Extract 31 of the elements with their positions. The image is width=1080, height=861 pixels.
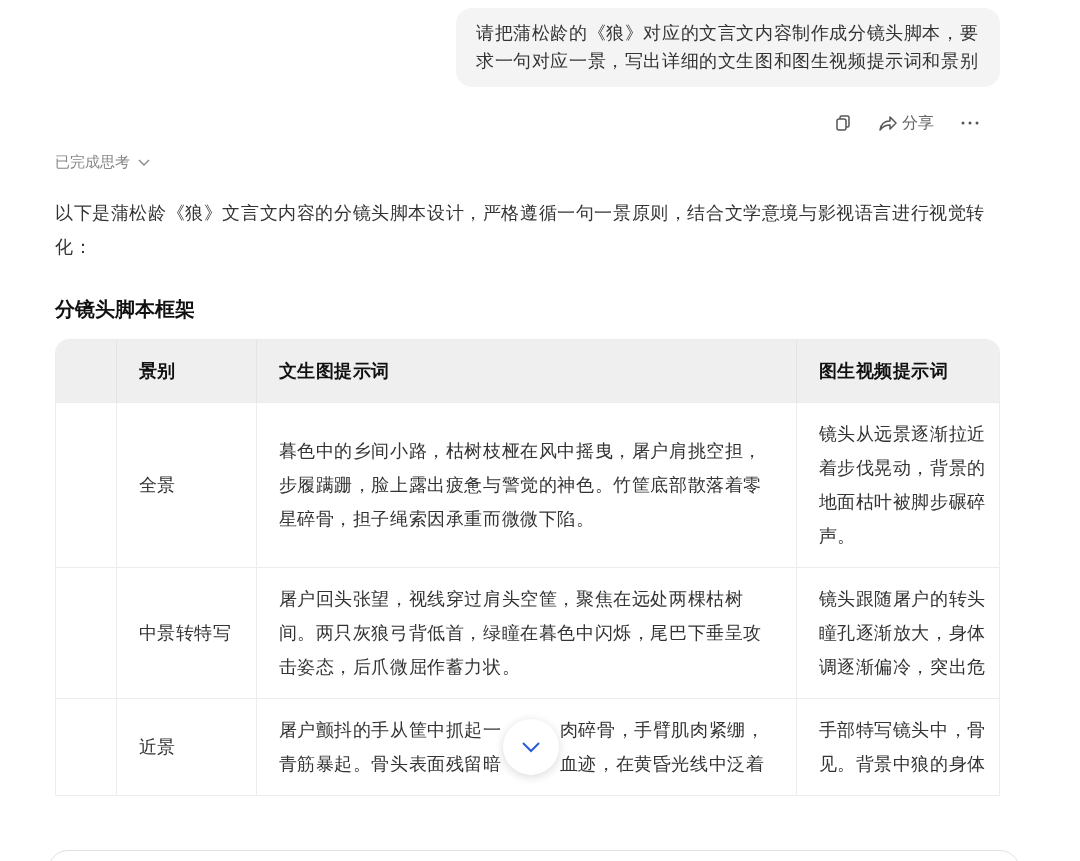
user-message: 请把蒲松龄的《狼》对应的文言文内容制作成分镜头脚本，要求一句对应一景，写出详细的文生图和图生视频提示词和景别 bbox=[456, 8, 1000, 87]
cell-text-fragment: 血迹，在黄昏光线中泛着 bbox=[559, 752, 765, 776]
cell-text-fragment: 青筋暴起。骨头表面残留暗 bbox=[278, 752, 502, 776]
table-cell: 近景 bbox=[138, 736, 176, 757]
column-header: 景别 bbox=[138, 360, 176, 381]
cell-text-line: 瞳孔逐渐放大，身体 bbox=[818, 621, 986, 645]
answer-paragraph: 以下是蒲松龄《狼》文言文内容的分镜头脚本设计，严格遵循一句一景原则，结合文学意境与影视语言进行视觉转化： bbox=[55, 201, 986, 259]
cell-text-line: 见。背景中狼的身体 bbox=[818, 752, 986, 776]
cell-text-line: 镜头跟随屠户的转头 bbox=[818, 587, 986, 611]
cell-text-line: 调逐渐偏冷，突出危 bbox=[818, 655, 986, 679]
table-cell: 全景 bbox=[138, 474, 176, 495]
cell-text-fragment: 屠户颤抖的手从筐中抓起一 bbox=[278, 718, 502, 742]
cell-text-line: 镜头从远景逐渐拉近 bbox=[818, 422, 986, 446]
more-icon[interactable] bbox=[960, 120, 980, 126]
cell-text-line: 着步伐晃动，背景的 bbox=[818, 456, 986, 480]
table-cell: 暮色中的乡间小路，枯树枝桠在风中摇曳，屠户肩挑空担，步履蹒跚，脸上露出疲惫与警觉的神色。竹筐底部散落着零星碎骨，担子绳索因承重而微微下陷。 bbox=[278, 440, 763, 529]
share-button[interactable]: 分享 bbox=[878, 112, 934, 134]
cell-text-line: 声。 bbox=[818, 524, 856, 548]
section-heading: 分镜头脚本框架 bbox=[55, 296, 196, 323]
thinking-toggle[interactable]: 已完成思考 bbox=[55, 153, 150, 172]
cell-text-line: 手部特写镜头中，骨 bbox=[818, 718, 986, 742]
share-arrow-icon bbox=[878, 114, 898, 132]
table-cell: 屠户回头张望，视线穿过肩头空筐，聚焦在远处两棵枯树间。两只灰狼弓背低首，绿瞳在暮色中闪烁，尾巴下垂呈攻击姿态，后爪微屈作蓄力状。 bbox=[278, 588, 763, 677]
copy-icon[interactable] bbox=[834, 114, 852, 132]
chevron-down-icon bbox=[520, 741, 541, 753]
chevron-icon bbox=[138, 158, 150, 167]
cell-text-line: 地面枯叶被脚步碾碎 bbox=[818, 490, 986, 514]
column-header: 文生图提示词 bbox=[278, 360, 391, 381]
column-header: 图生视频提示词 bbox=[818, 360, 949, 381]
cell-text-fragment: 肉碎骨，手臂肌肉紧绷， bbox=[559, 718, 765, 742]
table-cell: 中景转特写 bbox=[138, 622, 232, 643]
